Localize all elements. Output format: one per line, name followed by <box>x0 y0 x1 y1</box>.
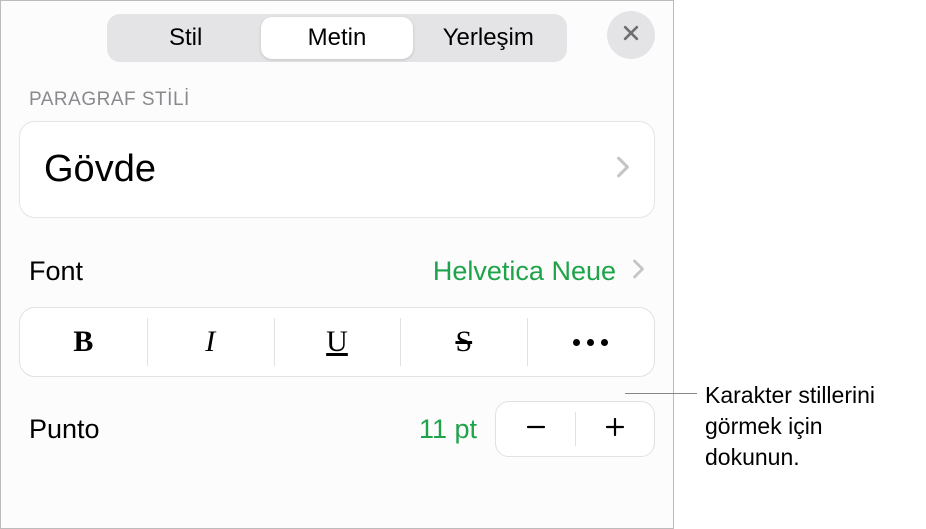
paragraph-style-name: Gövde <box>44 148 156 191</box>
font-size-label: Punto <box>29 414 100 445</box>
increase-size-button[interactable] <box>575 402 654 456</box>
minus-icon <box>524 415 548 444</box>
font-row[interactable]: Font Helvetica Neue <box>1 218 673 301</box>
callout-leader-line <box>625 393 697 394</box>
close-icon <box>621 23 641 48</box>
decrease-size-button[interactable] <box>496 402 575 456</box>
bold-button[interactable]: B <box>20 308 147 376</box>
plus-icon <box>603 415 627 444</box>
font-size-stepper <box>495 401 655 457</box>
italic-button[interactable]: I <box>147 308 274 376</box>
strikethrough-button[interactable]: S <box>400 308 527 376</box>
font-label: Font <box>29 256 83 287</box>
underline-button[interactable]: U <box>274 308 401 376</box>
underline-icon: U <box>326 325 348 359</box>
tab-layout[interactable]: Yerleşim <box>413 17 564 59</box>
tab-text[interactable]: Metin <box>261 17 412 59</box>
tab-style[interactable]: Stil <box>110 17 261 59</box>
font-size-row: Punto 11 pt <box>1 377 673 457</box>
strikethrough-icon: S <box>455 325 472 359</box>
italic-icon: I <box>205 325 215 359</box>
font-value: Helvetica Neue <box>433 256 616 287</box>
paragraph-style-section-label: PARAGRAF STİLİ <box>1 65 673 121</box>
ellipsis-icon <box>573 339 608 346</box>
callout-text: Karakter stillerini görmek için dokunun. <box>705 380 915 473</box>
paragraph-style-card: Gövde <box>19 121 655 218</box>
tab-segmented-control: Stil Metin Yerleşim <box>107 14 567 62</box>
format-panel: Stil Metin Yerleşim PARAGRAF STİLİ Gövde <box>0 0 674 529</box>
font-size-value: 11 pt <box>419 414 477 445</box>
chevron-right-icon <box>632 259 645 284</box>
text-style-button-group: B I U S <box>19 307 655 377</box>
paragraph-style-row[interactable]: Gövde <box>20 122 654 217</box>
more-styles-button[interactable] <box>527 308 654 376</box>
close-button[interactable] <box>607 11 655 59</box>
panel-header: Stil Metin Yerleşim <box>1 1 673 65</box>
chevron-right-icon <box>616 156 630 183</box>
bold-icon: B <box>73 325 93 359</box>
